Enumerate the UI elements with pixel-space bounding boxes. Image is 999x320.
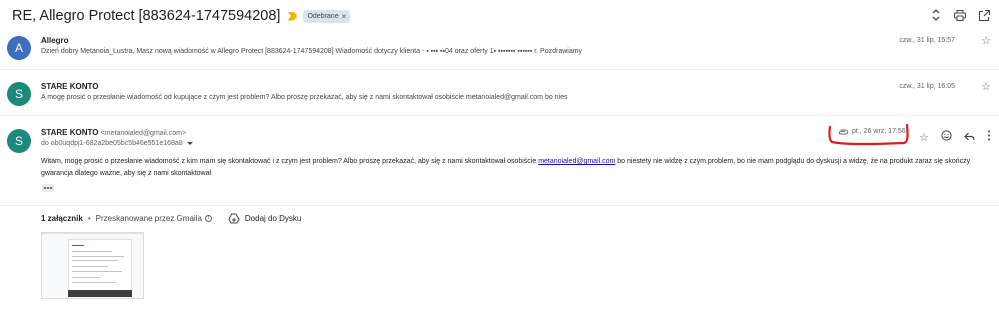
avatar-letter: A (14, 41, 23, 55)
divider (0, 115, 999, 116)
preview-line (72, 251, 112, 252)
importance-marker-icon[interactable] (287, 11, 298, 21)
message-actions: ☆ (919, 128, 991, 146)
add-to-drive-button[interactable]: Dodaj do Dysku (228, 213, 301, 224)
sender-header: STARE KONTO <metanoialed@gmail.com> (41, 128, 186, 137)
preview-line (72, 256, 124, 257)
attachment-paperclip-icon (838, 129, 848, 134)
message-snippet[interactable]: A mogę prosić o przesłanie wiadomość od … (41, 94, 568, 101)
avatar[interactable]: A (7, 36, 31, 60)
message-date-group: pt., 26 wrz, 17:56 (838, 128, 906, 135)
attachments-divider (0, 205, 999, 206)
label-remove-icon[interactable]: × (342, 12, 347, 21)
label-chip-inbox[interactable]: Odebrane × (303, 9, 351, 23)
preview-line (42, 233, 143, 234)
emoji-reaction-icon[interactable] (941, 128, 952, 146)
sender-name[interactable]: Allegro (41, 36, 69, 45)
message-date: czw., 31 lip, 15:57 (899, 37, 955, 44)
scanned-by-gmail-label: Przeskanowane przez Gmaila (95, 214, 202, 223)
recipient-details-chevron-icon[interactable] (186, 142, 193, 145)
expand-collapse-icon[interactable] (929, 8, 943, 22)
preview-line (72, 266, 108, 267)
avatar[interactable]: S (7, 82, 31, 106)
preview-line (72, 245, 84, 246)
preview-line (72, 277, 100, 278)
attachments-header: 1 załącznik • Przeskanowane przez Gmaila… (41, 213, 301, 224)
star-icon[interactable]: ☆ (981, 34, 991, 47)
attachment-preview-page (68, 239, 132, 295)
reply-icon[interactable] (964, 128, 975, 146)
sender-email: <metanoialed@gmail.com> (100, 130, 187, 137)
avatar[interactable]: S (7, 129, 31, 153)
subject-row: RE, Allegro Protect [883624-1747594208] … (12, 6, 351, 26)
red-highlight-annotation (828, 123, 909, 146)
message-body: Witam, mogę prosić o przesłanie wiadomoś… (41, 156, 986, 179)
preview-line (72, 260, 118, 261)
star-icon[interactable]: ☆ (919, 131, 929, 144)
separator-dot: • (87, 214, 91, 223)
sender-name[interactable]: STARE KONTO (41, 128, 98, 137)
email-link[interactable]: metanoialed@gmail.com (538, 158, 615, 165)
add-to-drive-icon (228, 213, 240, 224)
email-subject: RE, Allegro Protect [883624-1747594208] (12, 8, 281, 24)
message-date: czw., 31 lip, 16:05 (899, 83, 955, 90)
avatar-letter: S (14, 87, 23, 101)
message-date: pt., 26 wrz, 17:56 (852, 128, 906, 135)
star-icon[interactable]: ☆ (981, 80, 991, 93)
attachments-count: 1 załącznik (41, 214, 83, 223)
label-chip-text: Odebrane (307, 12, 339, 20)
preview-footer (68, 290, 132, 297)
more-options-icon[interactable] (987, 128, 991, 146)
message-snippet[interactable]: Dzień dobry Metanoia_Lustra, Masz nową w… (41, 48, 582, 55)
open-in-new-window-icon[interactable] (977, 8, 991, 22)
add-to-drive-label: Dodaj do Dysku (244, 214, 302, 223)
recipient-text: do ob0uqdpj1-682a2be05bc5b46e551e168a8 (41, 140, 183, 147)
info-icon[interactable]: i (204, 215, 212, 222)
recipient-line[interactable]: do ob0uqdpj1-682a2be05bc5b46e551e168a8 (41, 140, 193, 147)
avatar-letter: S (14, 134, 23, 148)
preview-line (72, 282, 116, 283)
thread-actions (929, 8, 991, 22)
attachment-thumbnail[interactable] (41, 232, 144, 299)
message-body-text: Witam, mogę prosić o przesłanie wiadomoś… (41, 158, 539, 165)
print-icon[interactable] (953, 8, 967, 22)
sender-name[interactable]: STARE KONTO (41, 82, 98, 91)
preview-line (72, 271, 122, 272)
show-trimmed-content-button[interactable] (41, 184, 55, 192)
divider (0, 69, 999, 70)
